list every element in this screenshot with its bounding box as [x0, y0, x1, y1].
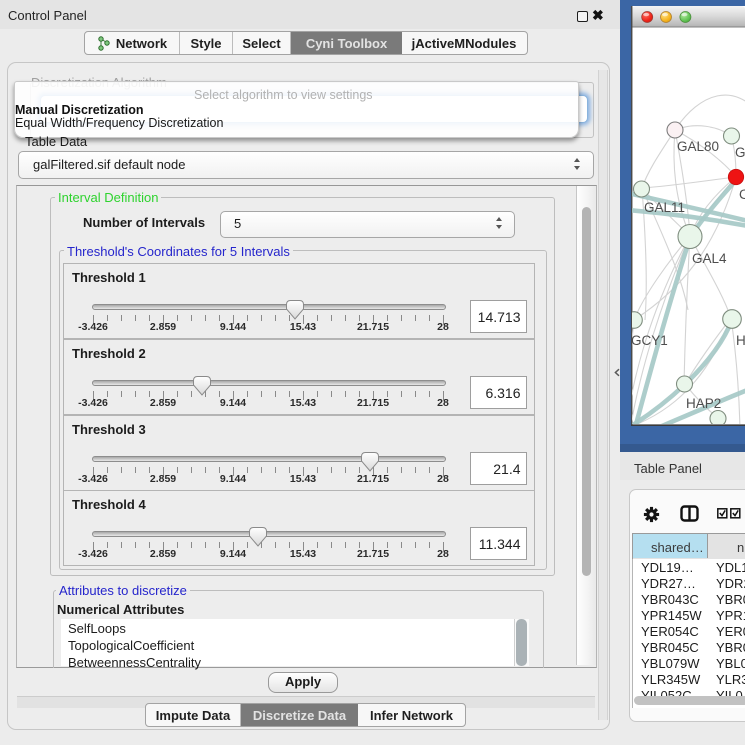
svg-text:H: H — [736, 333, 745, 348]
svg-text:GAL4: GAL4 — [692, 251, 727, 266]
svg-text:GA: GA — [735, 145, 745, 160]
svg-text:C: C — [739, 187, 745, 202]
svg-text:GAL11: GAL11 — [644, 200, 685, 215]
svg-text:GAL80: GAL80 — [677, 139, 719, 154]
svg-text:GCY1: GCY1 — [631, 333, 668, 348]
svg-text:HAP2: HAP2 — [686, 396, 721, 411]
